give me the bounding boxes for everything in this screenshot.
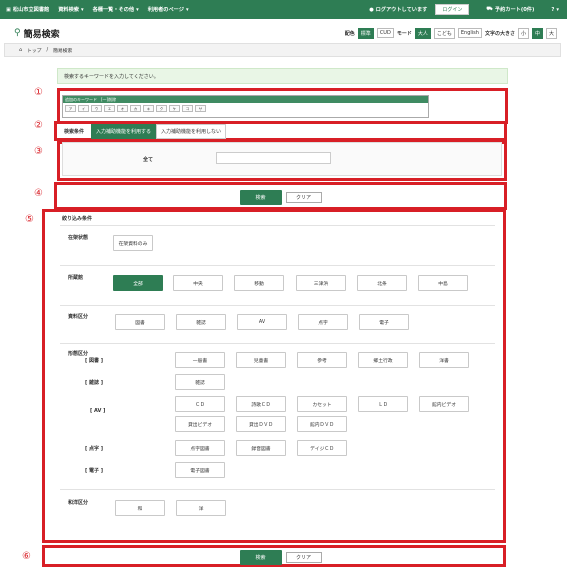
kana-key[interactable]: イ bbox=[78, 105, 89, 112]
search-icon: ⚲ bbox=[14, 28, 21, 38]
info-message: 検索するキーワードを入力してください。 bbox=[57, 68, 508, 84]
annotation-5: ⑤ bbox=[25, 214, 34, 225]
kana-key[interactable]: ク bbox=[156, 105, 167, 112]
form-chip[interactable]: 参考 bbox=[297, 352, 347, 368]
color-standard-button[interactable]: 標準 bbox=[357, 27, 374, 39]
font-mid-button[interactable]: 中 bbox=[531, 27, 543, 39]
display-options: 配色 標準 CUD モード 大人 こども English 文字の大きさ 小 中 … bbox=[345, 27, 557, 39]
annotation-4: ④ bbox=[34, 188, 43, 199]
kana-key[interactable]: サ bbox=[195, 105, 206, 112]
tab-assist-off[interactable]: 入力補助機能を利用しない bbox=[156, 123, 227, 139]
search-button-row-bottom: 検索 クリア bbox=[57, 546, 504, 568]
keyword-input[interactable] bbox=[216, 152, 331, 164]
form-chip[interactable]: 電子図書 bbox=[175, 462, 225, 478]
chevron-down-icon: ▾ bbox=[136, 6, 139, 13]
tab-assist-on[interactable]: 入力補助機能を利用する bbox=[91, 123, 157, 139]
type-chip[interactable]: 電子 bbox=[359, 314, 409, 330]
form-chip[interactable]: 雑誌 bbox=[175, 374, 225, 390]
clear-button[interactable]: クリア bbox=[285, 191, 322, 203]
branch-chip[interactable]: 中央 bbox=[173, 275, 223, 291]
filter-lang: 和洋区分 和 洋 bbox=[60, 489, 495, 531]
breadcrumb-current: 簡易検索 bbox=[53, 48, 73, 54]
menu-user[interactable]: 利用者のページ ▾ bbox=[148, 6, 189, 14]
form-chip[interactable]: ＣＤ bbox=[175, 396, 225, 412]
kana-key[interactable]: ケ bbox=[169, 105, 180, 112]
font-large-button[interactable]: 大 bbox=[545, 27, 557, 39]
clear-button[interactable]: クリア bbox=[285, 551, 322, 563]
form-chip[interactable]: 館内ビデオ bbox=[419, 396, 469, 412]
menu-search[interactable]: 資料検索 ▾ bbox=[58, 6, 84, 14]
chevron-down-icon: ▾ bbox=[81, 6, 84, 13]
library-logo[interactable]: ▣ 松山市立図書館 bbox=[6, 6, 49, 14]
filter-type: 資料区分 図書 雑誌 AV 点字 電子 bbox=[60, 305, 495, 343]
branch-chip[interactable]: 全部 bbox=[113, 275, 163, 291]
mode-adult-button[interactable]: 大人 bbox=[414, 27, 431, 39]
filter-panel: 絞り込み条件 在架状態 在架資料のみ 所蔵館 全部 中央 移動 三津浜 北条 中… bbox=[45, 212, 503, 543]
mode-kids-button[interactable]: こども bbox=[433, 27, 455, 39]
breadcrumb: ⌂ トップ / 簡易検索 bbox=[4, 43, 561, 57]
filter-form: 形態区分 [ 図書 ] 一般書 児童書 参考 郷土行政 洋書 [ 雑誌 ] 雑誌… bbox=[60, 343, 495, 489]
kana-key[interactable]: オ bbox=[117, 105, 128, 112]
filter-stock: 在架状態 在架資料のみ bbox=[60, 225, 495, 265]
kana-key[interactable]: ウ bbox=[91, 105, 102, 112]
cart-icon: ⛟ bbox=[486, 6, 493, 12]
stock-only-chip[interactable]: 在架資料のみ bbox=[113, 235, 153, 251]
user-icon: ● bbox=[369, 6, 374, 13]
home-icon: ▣ bbox=[6, 6, 11, 13]
menu-lists[interactable]: 各種一覧・その他 ▾ bbox=[93, 6, 139, 14]
kana-key[interactable]: キ bbox=[143, 105, 154, 112]
form-chip[interactable]: カセット bbox=[297, 396, 347, 412]
annotation-2: ② bbox=[34, 120, 43, 131]
form-chip[interactable]: 録音図書 bbox=[236, 440, 286, 456]
type-chip[interactable]: 点字 bbox=[298, 314, 348, 330]
branch-chip[interactable]: 移動 bbox=[234, 275, 284, 291]
chevron-down-icon: ▾ bbox=[185, 6, 189, 13]
kana-key[interactable]: コ bbox=[182, 105, 193, 112]
breadcrumb-home[interactable]: トップ bbox=[27, 47, 41, 54]
form-chip[interactable]: 貸出ビデオ bbox=[175, 416, 225, 432]
form-chip[interactable]: 郷土行政 bbox=[358, 352, 408, 368]
color-cud-button[interactable]: CUD bbox=[376, 28, 394, 38]
lang-chip[interactable]: 洋 bbox=[176, 500, 226, 516]
annotation-6: ⑥ bbox=[22, 551, 31, 562]
form-chip[interactable]: 詩歌ＣＤ bbox=[236, 396, 286, 412]
kana-key[interactable]: ア bbox=[65, 105, 76, 112]
keyword-row: 全て bbox=[62, 142, 502, 176]
search-button[interactable]: 検索 bbox=[239, 189, 282, 205]
branch-chip[interactable]: 三津浜 bbox=[296, 275, 346, 291]
filter-branch: 所蔵館 全部 中央 移動 三津浜 北条 中島 bbox=[60, 265, 495, 305]
form-chip[interactable]: 貸出ＤＶＤ bbox=[236, 416, 286, 432]
type-chip[interactable]: 雑誌 bbox=[176, 314, 226, 330]
form-chip[interactable]: 一般書 bbox=[175, 352, 225, 368]
logout-status: ● ログアウトしています bbox=[369, 6, 428, 14]
input-assist-keyboard: 追加のキーワード [一]削除 ア イ ウ エ オ カ キ ク ケ コ サ bbox=[62, 95, 429, 118]
login-button[interactable]: ログイン bbox=[435, 4, 470, 15]
search-button[interactable]: 検索 bbox=[239, 549, 282, 565]
mode-english-button[interactable]: English bbox=[457, 28, 482, 38]
form-chip[interactable]: デイジＣＤ bbox=[297, 440, 347, 456]
kana-key[interactable]: カ bbox=[130, 105, 141, 112]
type-chip[interactable]: AV bbox=[237, 314, 287, 330]
kana-key[interactable]: エ bbox=[104, 105, 115, 112]
branch-chip[interactable]: 北条 bbox=[357, 275, 407, 291]
form-chip[interactable]: 館内ＤＶＤ bbox=[297, 416, 347, 432]
reserve-cart[interactable]: ⛟ 予約カート(0件) bbox=[486, 6, 534, 13]
annotation-1: ① bbox=[34, 87, 43, 98]
font-small-button[interactable]: 小 bbox=[517, 27, 529, 39]
search-button-row: 検索 クリア bbox=[57, 186, 504, 208]
branch-chip[interactable]: 中島 bbox=[418, 275, 468, 291]
form-chip[interactable]: ＬＤ bbox=[358, 396, 408, 412]
page-title: ⚲ 簡易検索 bbox=[14, 28, 60, 40]
help-menu[interactable]: ? ▾ bbox=[551, 7, 559, 13]
home-icon: ⌂ bbox=[19, 47, 23, 53]
form-chip[interactable]: 児童書 bbox=[236, 352, 286, 368]
form-chip[interactable]: 点字図書 bbox=[175, 440, 225, 456]
chevron-down-icon: ▾ bbox=[556, 6, 559, 13]
type-chip[interactable]: 図書 bbox=[115, 314, 165, 330]
lang-chip[interactable]: 和 bbox=[115, 500, 165, 516]
form-chip[interactable]: 洋書 bbox=[419, 352, 469, 368]
annotation-3: ③ bbox=[34, 146, 43, 157]
search-condition-tabs: 検索条件 入力補助機能を利用する 入力補助機能を利用しない bbox=[57, 123, 504, 139]
top-nav-bar: ▣ 松山市立図書館 資料検索 ▾ 各種一覧・その他 ▾ 利用者のページ ▾ ● ログアウト… bbox=[0, 0, 567, 19]
